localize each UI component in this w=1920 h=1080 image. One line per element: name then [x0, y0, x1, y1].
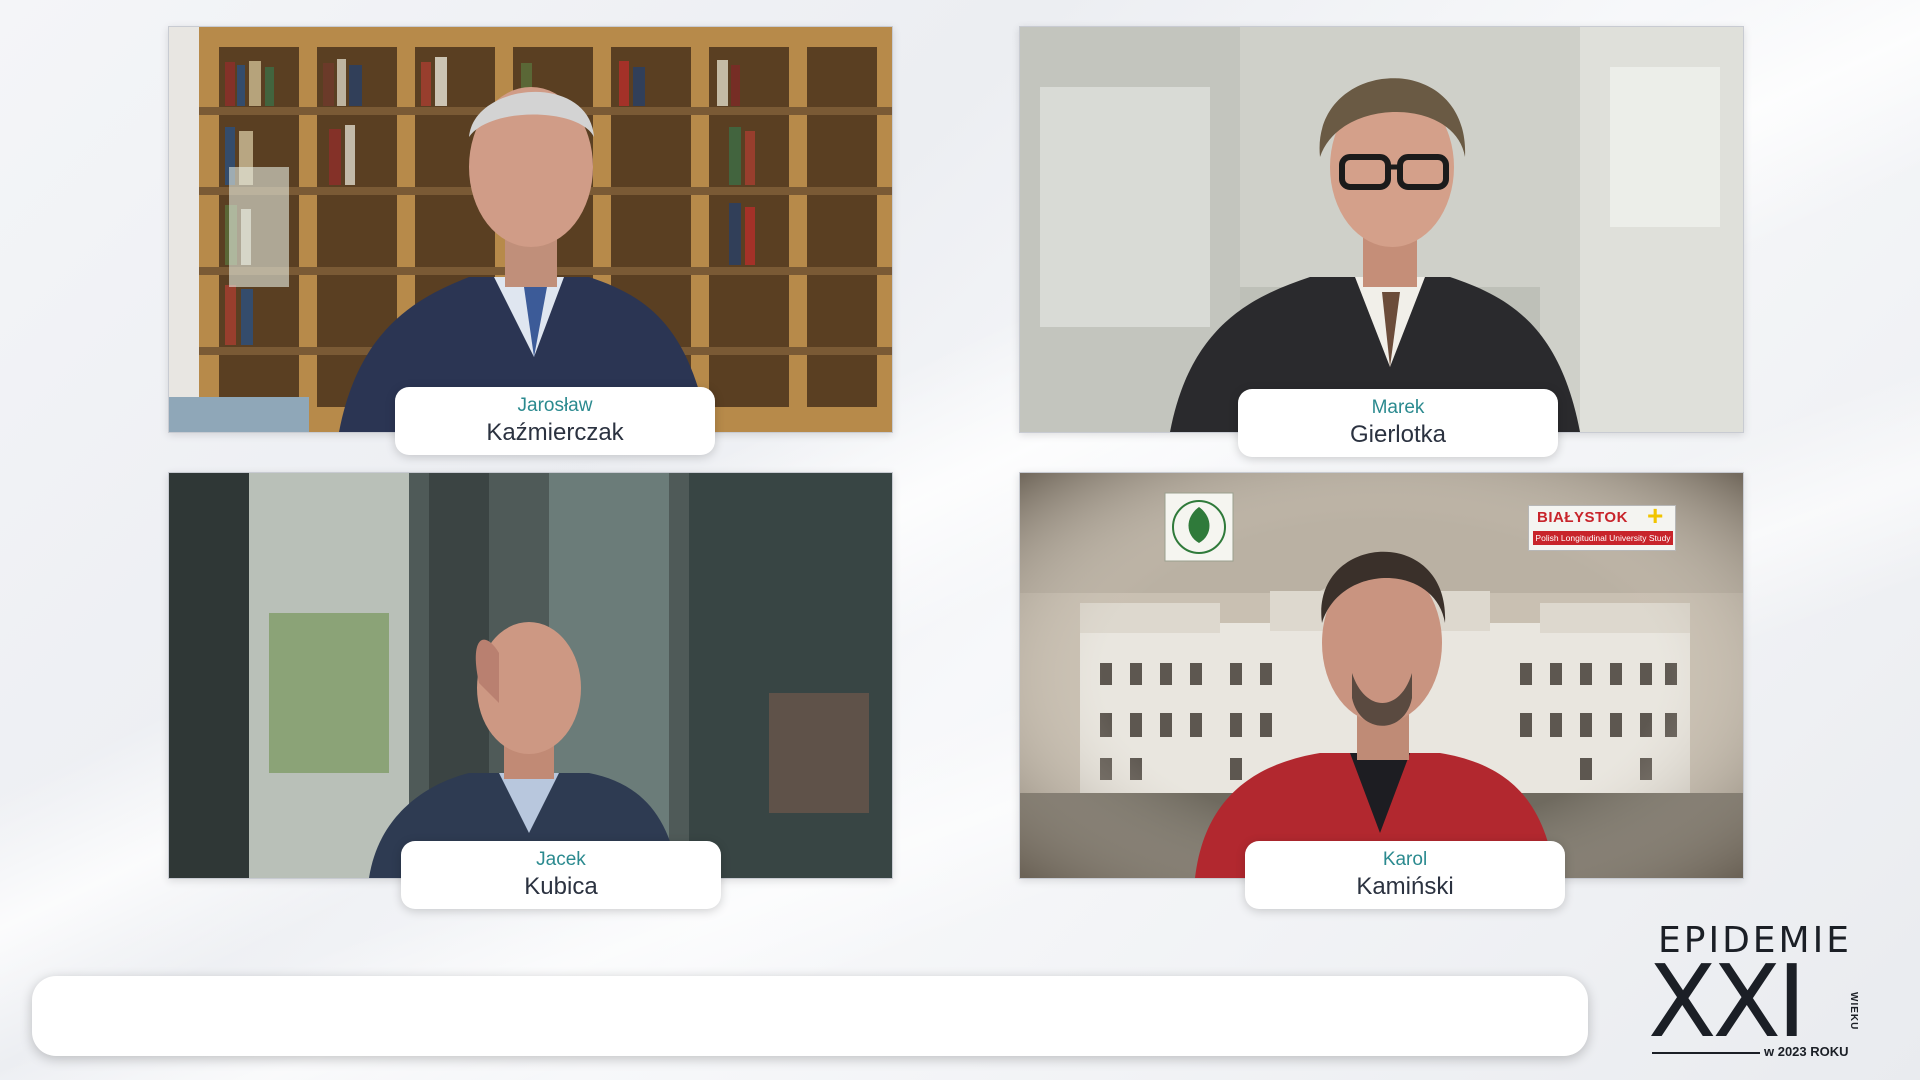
participant-video	[169, 27, 892, 432]
video-tile-kubica[interactable]	[168, 472, 893, 879]
logo-numeral: XXI	[1648, 943, 1807, 1060]
first-name: Jacek	[536, 849, 586, 870]
nameplate-kubica: Jacek Kubica	[401, 841, 721, 909]
first-name: Karol	[1382, 849, 1428, 870]
video-tile-kaminski[interactable]: BIAŁYSTOK + Polish Longitudinal Universi…	[1019, 472, 1744, 879]
logo-year: w 2023 ROKU	[1764, 1044, 1849, 1059]
last-name: Kamiński	[1356, 873, 1454, 900]
plus-icon: +	[1647, 500, 1664, 531]
lower-third-ticker	[32, 976, 1588, 1056]
last-name: Gierlotka	[1349, 421, 1447, 448]
first-name: Jarosław	[517, 395, 593, 416]
participant-video	[169, 473, 892, 878]
epidemie-xxi-logo: EPIDEMIE XXI WIEKU w 2023 ROKU	[1648, 920, 1860, 1060]
first-name: Marek	[1371, 397, 1425, 418]
last-name: Kubica	[524, 873, 598, 900]
logo-underline	[1652, 1052, 1760, 1054]
bialystok-plus-logo: BIAŁYSTOK + Polish Longitudinal Universi…	[1528, 500, 1676, 551]
bialystok-brand-text: BIAŁYSTOK	[1537, 509, 1628, 526]
video-tile-kazmierczak[interactable]	[168, 26, 893, 433]
nameplate-gierlotka: Marek Gierlotka	[1238, 389, 1558, 457]
bialystok-subtitle: Polish Longitudinal University Study	[1533, 531, 1673, 545]
nameplate-kazmierczak: Jarosław Kaźmierczak	[395, 387, 715, 455]
participant-video	[1020, 27, 1743, 432]
logo-side-text: WIEKU	[1848, 992, 1859, 1031]
last-name: Kaźmierczak	[486, 419, 624, 446]
nameplate-kaminski: Karol Kamiński	[1245, 841, 1565, 909]
video-tile-gierlotka[interactable]	[1019, 26, 1744, 433]
